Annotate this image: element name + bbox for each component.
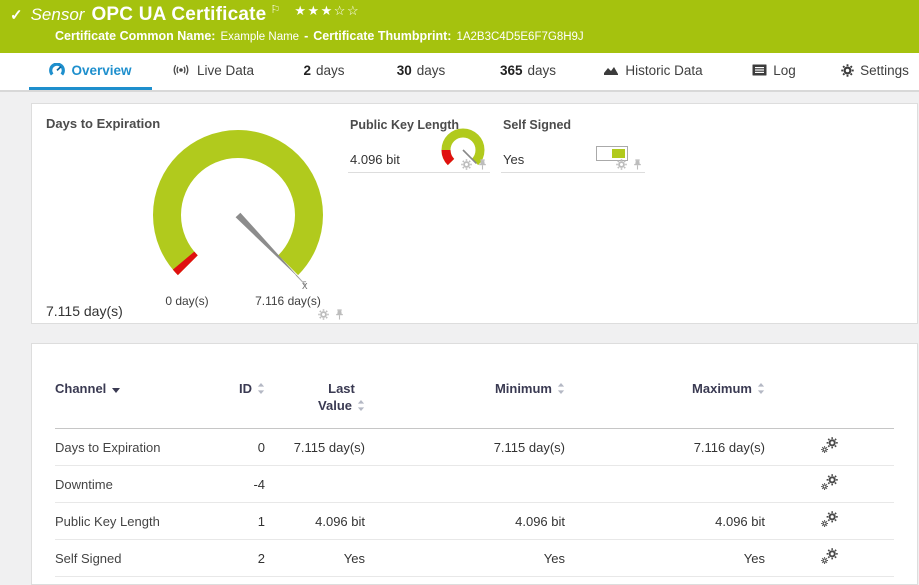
tab-label: Live Data [197, 63, 254, 78]
table-row: Days to Expiration 0 7.115 day(s) 7.115 … [55, 429, 894, 466]
star-empty-icons[interactable]: ☆☆ [334, 3, 360, 18]
last-value-cell: 4.096 bit [265, 503, 365, 540]
common-name-value: Example Name [220, 31, 299, 43]
column-header-actions [765, 364, 894, 429]
flag-icon[interactable]: ⚐ [270, 3, 280, 16]
channel-name-cell: Days to Expiration [55, 429, 205, 466]
log-icon [752, 64, 767, 76]
gear-icon[interactable] [616, 159, 627, 170]
minimum-cell: 7.115 day(s) [365, 429, 565, 466]
minimum-cell [365, 466, 565, 503]
priority-stars[interactable]: ★★★☆☆ [294, 3, 360, 19]
sort-icon [257, 383, 265, 394]
sensor-header: ✓ Sensor OPC UA Certificate ⚐ ★★★☆☆ Cert… [0, 0, 919, 53]
channel-id-cell: 1 [205, 503, 265, 540]
tab-label: Settings [860, 63, 909, 78]
chart-icon [603, 64, 619, 77]
tab-365-days[interactable]: 365 days [478, 53, 578, 90]
gear-icon[interactable] [318, 309, 329, 320]
column-header-channel[interactable]: Channel [55, 364, 205, 429]
edit-channel-icon[interactable] [821, 474, 838, 491]
public-key-length-tile: Public Key Length 4.096 bit [348, 114, 490, 173]
subtitle-separator: - [304, 29, 308, 43]
channel-table: Channel ID Last Value Minimum Maximum [55, 364, 894, 577]
table-header-row: Channel ID Last Value Minimum Maximum [55, 364, 894, 429]
sort-icon [557, 383, 565, 394]
gauge-icon [49, 63, 65, 77]
self-signed-tile: Self Signed Yes [501, 114, 645, 173]
channel-name-cell: Public Key Length [55, 503, 205, 540]
table-row: Downtime -4 [55, 466, 894, 503]
toggle-knob [612, 149, 625, 158]
tab-settings[interactable]: Settings [832, 53, 918, 90]
maximum-cell [565, 466, 765, 503]
pin-icon[interactable] [477, 159, 488, 170]
pin-icon[interactable] [632, 159, 643, 170]
caret-down-icon [112, 388, 120, 393]
tab-number: 2 [303, 63, 311, 78]
common-name-label: Certificate Common Name: [55, 29, 215, 43]
pin-icon[interactable] [334, 309, 345, 320]
tab-30-days[interactable]: 30 days [380, 53, 462, 90]
last-value-cell [265, 466, 365, 503]
tab-number: 365 [500, 63, 523, 78]
thumbprint-value: 1A2B3C4D5E6F7G8H9J [456, 31, 583, 43]
tab-live-data[interactable]: Live Data [160, 53, 265, 90]
gauge-mean-marker: x̄ [302, 280, 308, 292]
column-header-minimum[interactable]: Minimum [365, 364, 565, 429]
gauge-min-label: 0 day(s) [147, 294, 227, 308]
channel-id-cell: 0 [205, 429, 265, 466]
gauge-max-label: 7.116 day(s) [238, 294, 338, 308]
gauge-current-value: Yes [503, 152, 524, 167]
gear-icon [841, 64, 854, 77]
gear-icon[interactable] [461, 159, 472, 170]
tab-bar: Overview Live Data 2 days 30 days 365 da… [0, 53, 919, 92]
edit-channel-icon[interactable] [821, 548, 838, 565]
column-header-id[interactable]: ID [205, 364, 265, 429]
gauge-current-value: 4.096 bit [350, 152, 400, 167]
channel-table-panel: Channel ID Last Value Minimum Maximum [31, 343, 918, 585]
sensor-subtitle: Certificate Common Name: Example Name - … [55, 29, 589, 43]
minimum-cell: 4.096 bit [365, 503, 565, 540]
channel-id-cell: -4 [205, 466, 265, 503]
column-header-maximum[interactable]: Maximum [565, 364, 765, 429]
channel-name-cell: Downtime [55, 466, 205, 503]
edit-channel-icon[interactable] [821, 437, 838, 454]
column-header-last-value[interactable]: Last Value [265, 364, 365, 429]
sensor-title: OPC UA Certificate [91, 4, 266, 26]
object-type-label: Sensor [31, 5, 85, 25]
thumbprint-label: Certificate Thumbprint: [313, 29, 451, 43]
tab-label: days [316, 63, 345, 78]
tab-label: Overview [71, 63, 131, 78]
maximum-cell: 7.116 day(s) [565, 429, 765, 466]
gauges-panel: Days to Expiration x̄ 0 day(s) 7.116 day… [31, 103, 918, 324]
edit-channel-icon[interactable] [821, 511, 838, 528]
maximum-cell: 4.096 bit [565, 503, 765, 540]
tab-2-days[interactable]: 2 days [285, 53, 363, 90]
sort-icon [757, 383, 765, 394]
tab-label: days [528, 63, 557, 78]
tab-log[interactable]: Log [738, 53, 810, 90]
tab-label: Log [773, 63, 796, 78]
gauge-current-value: 7.115 day(s) [46, 303, 123, 319]
days-to-expiration-gauge [128, 120, 348, 315]
tab-label: Historic Data [625, 63, 702, 78]
broadcast-icon [171, 64, 191, 76]
table-row: Public Key Length 1 4.096 bit 4.096 bit … [55, 503, 894, 540]
status-check-icon: ✓ [10, 6, 23, 24]
tab-label: days [417, 63, 446, 78]
last-value-cell: 7.115 day(s) [265, 429, 365, 466]
tab-number: 30 [397, 63, 412, 78]
gauge-title: Self Signed [503, 118, 571, 132]
star-filled-icons[interactable]: ★★★ [294, 3, 333, 18]
sort-icon [357, 400, 365, 411]
tab-historic-data[interactable]: Historic Data [598, 53, 708, 90]
tab-overview[interactable]: Overview [29, 53, 152, 90]
